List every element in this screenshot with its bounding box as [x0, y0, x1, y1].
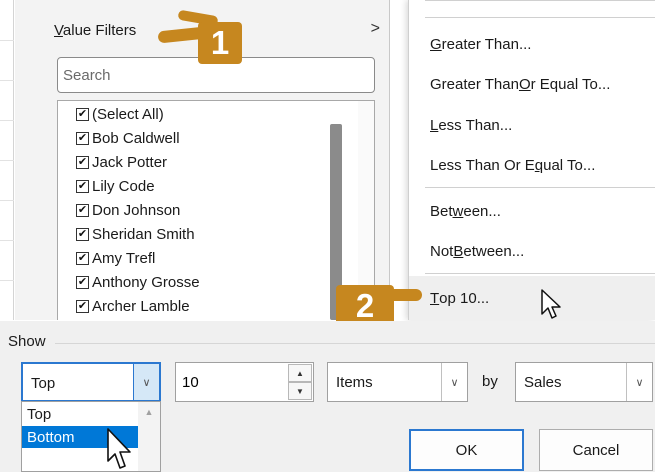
chevron-right-icon: >: [370, 20, 380, 37]
top-10-dialog: Show Top ∨ ▲ ▼ Items ∨ by Sales ∨ OK Can…: [0, 321, 655, 472]
spin-up-icon[interactable]: ▲: [288, 364, 312, 382]
spreadsheet-grid-edge: [0, 0, 14, 320]
value-checklist: ✔ (Select All) ✔ Bob Caldwell ✔ Jack Potter…: [57, 100, 375, 321]
checkbox-icon[interactable]: ✔: [76, 203, 89, 217]
list-item[interactable]: ✔ Anthony Grosse: [76, 270, 200, 294]
checkbox-icon[interactable]: ✔: [76, 227, 89, 241]
list-item[interactable]: ✔ Lily Code: [76, 174, 155, 198]
chevron-down-icon[interactable]: ∨: [133, 364, 159, 400]
mouse-cursor-icon: [541, 289, 561, 319]
group-divider: [55, 343, 655, 344]
list-item-label: Don Johnson: [92, 201, 181, 219]
option-top[interactable]: Top: [22, 403, 138, 425]
list-item-label: Jack Potter: [92, 153, 168, 171]
by-label: by: [482, 373, 498, 390]
checkbox-icon[interactable]: ✔: [76, 155, 89, 169]
menu-separator: [425, 17, 655, 18]
list-item[interactable]: ✔ Archer Lamble: [76, 294, 190, 318]
checkbox-icon[interactable]: ✔: [76, 275, 89, 289]
checkbox-icon[interactable]: ✔: [76, 299, 89, 313]
checkbox-icon[interactable]: ✔: [76, 251, 89, 265]
chevron-down-icon[interactable]: ∨: [441, 363, 467, 401]
items-percent-select[interactable]: Items ∨: [327, 362, 468, 402]
field-select[interactable]: Sales ∨: [515, 362, 653, 402]
value-filters-label: Value Filters: [54, 22, 137, 39]
value-filters-submenu: Greater Than... Greater Than Or Equal To…: [408, 0, 655, 320]
count-input[interactable]: [176, 363, 284, 401]
menu-item-greater-than-or-equal[interactable]: Greater Than Or Equal To...: [409, 69, 655, 99]
checkbox-icon[interactable]: ✔: [76, 179, 89, 193]
list-item-label: Anthony Grosse: [92, 273, 200, 291]
list-item[interactable]: ✔ Jack Potter: [76, 150, 167, 174]
show-group-label: Show: [8, 333, 46, 350]
list-item-label: Bob Caldwell: [92, 129, 180, 147]
items-percent-value: Items: [336, 374, 373, 391]
field-value: Sales: [524, 374, 562, 391]
menu-item-between[interactable]: Bet w een...: [409, 196, 655, 226]
list-item[interactable]: ✔ Don Johnson: [76, 198, 180, 222]
cancel-button[interactable]: Cancel: [539, 429, 653, 471]
list-item-label: Lily Code: [92, 177, 155, 195]
list-item[interactable]: ✔ Amy Trefl: [76, 246, 155, 270]
menu-item-less-than[interactable]: Less Than...: [409, 110, 655, 140]
list-item-label: Amy Trefl: [92, 249, 156, 267]
menu-separator: [425, 0, 655, 1]
list-item-label: (Select All): [92, 105, 164, 123]
list-item-label: Archer Lamble: [92, 297, 190, 315]
list-item-label: Sheridan Smith: [92, 225, 195, 243]
chevron-down-icon[interactable]: ∨: [626, 363, 652, 401]
step-callout-1: 1: [198, 22, 242, 64]
mouse-cursor-icon: [107, 428, 131, 469]
menu-separator: [425, 187, 655, 188]
menu-item-top-10[interactable]: Top 10...: [409, 276, 655, 320]
list-item[interactable]: ✔ Sheridan Smith: [76, 222, 195, 246]
count-spinner[interactable]: ▲ ▼: [175, 362, 314, 402]
ok-button[interactable]: OK: [409, 429, 524, 471]
checkbox-icon[interactable]: ✔: [76, 131, 89, 145]
menu-item-less-than-or-equal[interactable]: Less Than Or Eq ual To...: [409, 150, 655, 180]
menu-separator: [425, 273, 655, 274]
spin-down-icon[interactable]: ▼: [288, 382, 312, 400]
scroll-up-icon[interactable]: ▲: [138, 402, 160, 471]
checkbox-icon[interactable]: ✔: [76, 107, 89, 121]
top-bottom-select[interactable]: Top ∨: [21, 362, 161, 402]
menu-item-not-between[interactable]: Not Between...: [409, 236, 655, 266]
list-item[interactable]: ✔ Bob Caldwell: [76, 126, 180, 150]
menu-item-greater-than[interactable]: Greater Than...: [409, 29, 655, 59]
list-item[interactable]: ✔ (Select All): [76, 102, 164, 126]
top-bottom-options: Top Bottom ▲: [21, 401, 161, 472]
top-bottom-value: Top: [31, 375, 56, 392]
